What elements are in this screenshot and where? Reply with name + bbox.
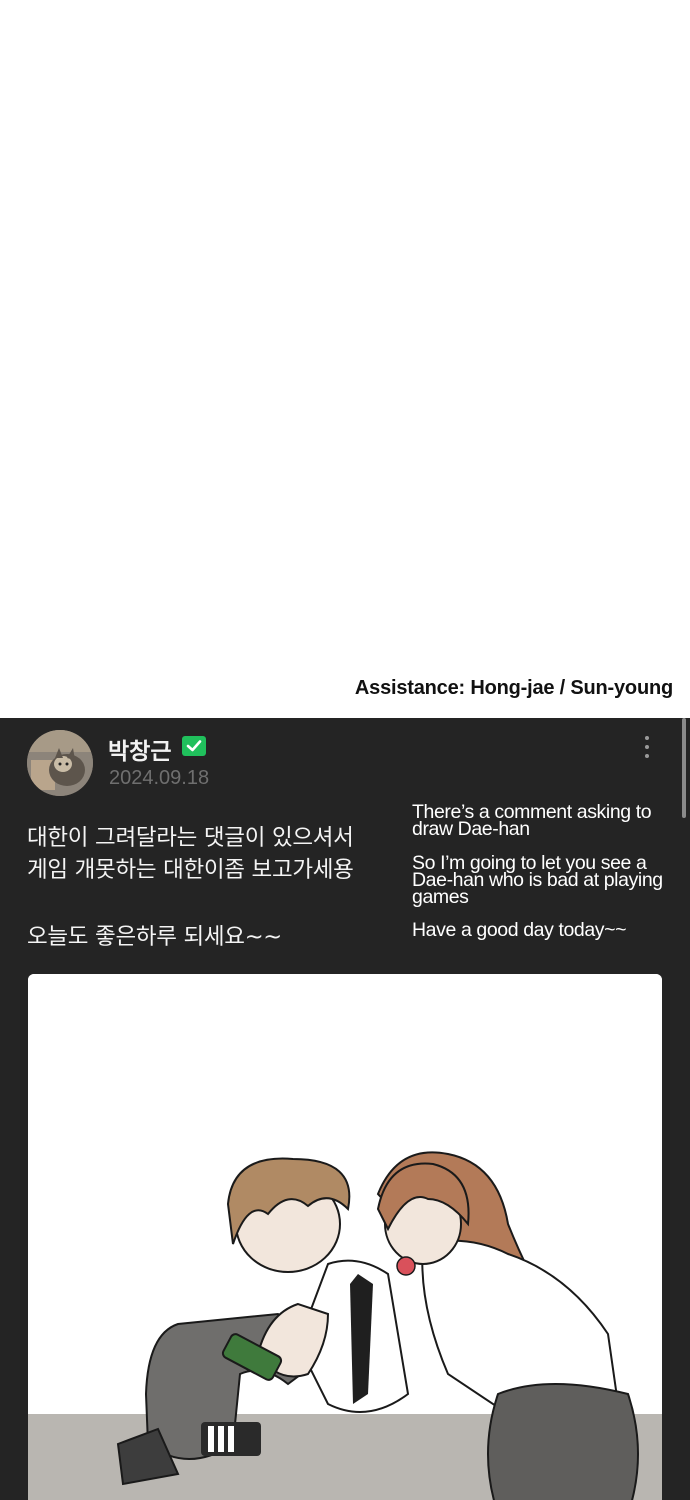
illustration xyxy=(28,974,662,1500)
credit-text: Assistance: Hong-jae / Sun-young xyxy=(354,677,673,699)
korean-line-1: 대한이 그려달라는 댓글이 있으셔서 xyxy=(27,825,354,851)
post-date: 2024.09.18 xyxy=(109,767,210,789)
avatar[interactable] xyxy=(27,730,93,796)
more-vertical-icon[interactable] xyxy=(644,736,650,762)
scrollbar[interactable] xyxy=(682,718,686,818)
korean-line-3: 오늘도 좋은하루 되세요~~ xyxy=(27,924,282,950)
translation-line-1: There’s a comment asking to draw Dae-han xyxy=(412,801,652,840)
post-card: 박창근 2024.09.18 대한이 그려달라는 댓글이 있으셔서 게임 개못하… xyxy=(0,718,690,1500)
translation-line-2: So I’m going to let you see a Dae-han wh… xyxy=(412,852,663,908)
translation-line-3: Have a good day today~~ xyxy=(412,919,627,941)
korean-line-2: 게임 개못하는 대한이좀 보고가세용 xyxy=(27,857,354,883)
verified-check-icon xyxy=(182,736,206,756)
post-image[interactable] xyxy=(28,974,662,1500)
author-name[interactable]: 박창근 xyxy=(108,732,171,766)
